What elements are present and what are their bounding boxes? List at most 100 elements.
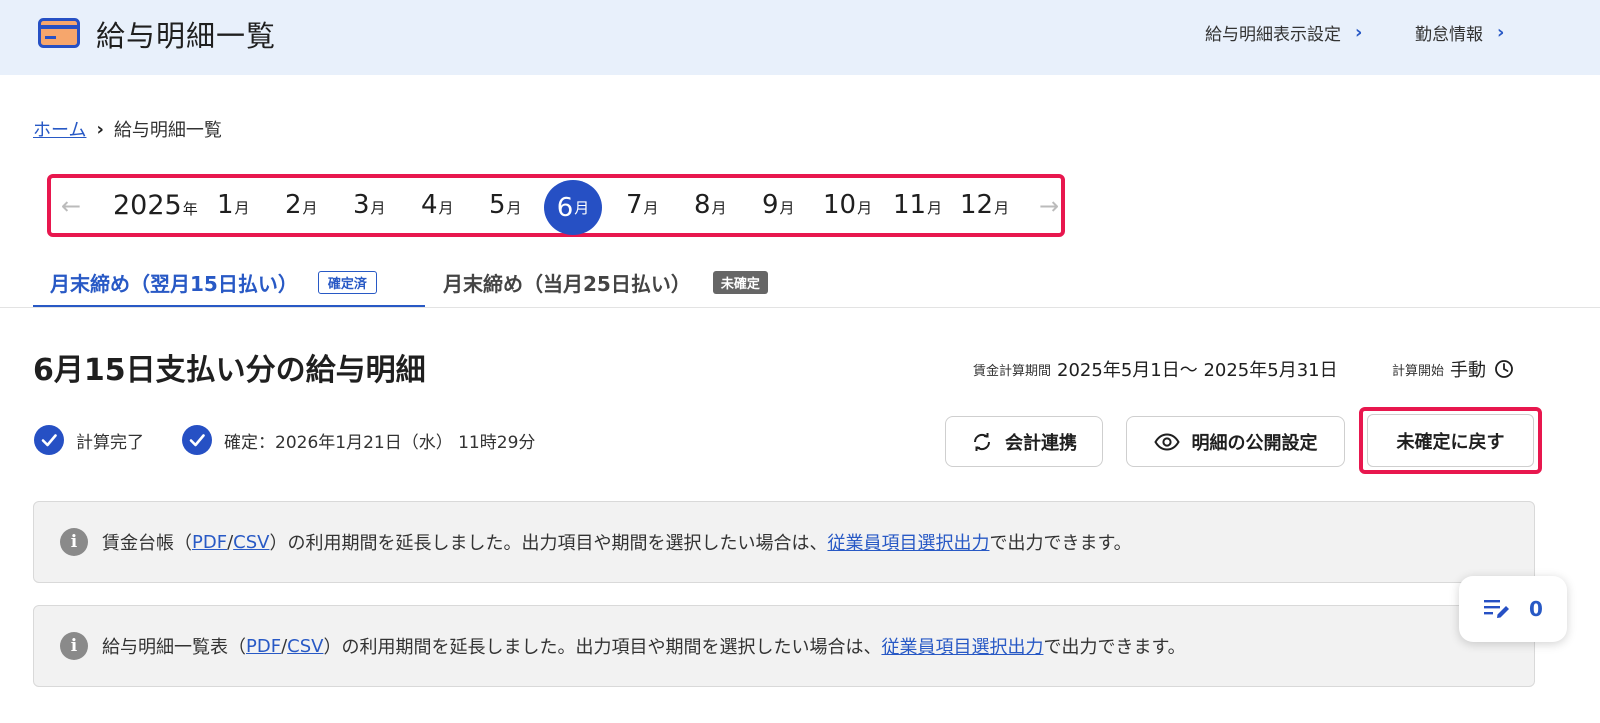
status-confirmed: 確定：2026年1月21日（水） 11時29分 [182,425,535,455]
calc-done-label: 計算完了 [76,432,144,453]
month-unit: 月 [234,199,250,217]
payslip-title: 6月15日支払い分の給与明細 [33,353,426,388]
status-badge-confirmed: 確定済 [317,271,377,294]
month-unit: 月 [574,199,590,217]
status-calc-done: 計算完了 [34,425,144,455]
page-header: 給与明細一覧 給与明細表示設定 › 勤怠情報 › [0,0,1600,75]
notice-text: で出力できます。 [989,533,1132,554]
month-12[interactable]: 12月 [960,190,1009,220]
payslip-card-icon [38,18,80,48]
wage-period: 賃金計算期間 2025年5月1日〜 2025年5月31日 [973,356,1338,382]
month-5[interactable]: 5月 [489,190,522,220]
year-unit: 年 [182,200,198,218]
confirmed-label: 確定：2026年1月21日（水） 11時29分 [224,432,536,453]
month-unit: 月 [857,199,873,217]
month-unit: 月 [506,199,522,217]
memo-floating-button[interactable]: 0 [1459,576,1567,642]
month-number: 6 [556,192,574,223]
notice-text: ）の利用期間を延長しました。出力項目や期間を選択したい場合は、 [269,533,828,554]
info-icon: i [60,632,88,660]
publish-settings-button[interactable]: 明細の公開設定 [1126,416,1345,467]
chevron-right-icon: › [96,118,104,140]
tab-label: 月末締め（翌月15日払い） [50,272,298,296]
arrow-left-icon[interactable]: ← [61,192,81,220]
month-unit: 月 [994,199,1010,217]
month-11[interactable]: 11月 [893,190,942,220]
month-number: 11 [893,190,927,220]
month-unit: 月 [779,199,795,217]
month-7[interactable]: 7月 [626,190,659,220]
attendance-info-label: 勤怠情報 [1415,25,1483,45]
month-number: 2 [285,190,302,220]
year-label: 2025年 [113,190,198,221]
clock-icon[interactable] [1494,359,1514,379]
info-icon: i [60,528,88,556]
employee-item-export-link[interactable]: 従業員項目選択出力 [881,633,1043,659]
breadcrumb-current: 給与明細一覧 [113,120,222,141]
notice-text: 賃金台帳（ [102,533,192,554]
revert-button-label: 未確定に戻す [1396,431,1505,453]
month-3[interactable]: 3月 [353,190,386,220]
month-number: 10 [823,190,857,220]
chevron-right-icon: › [1497,22,1505,43]
month-4[interactable]: 4月 [421,190,454,220]
arrow-right-icon[interactable]: → [1039,192,1059,220]
pdf-link[interactable]: PDF [246,636,281,657]
accounting-integration-button[interactable]: 会計連携 [945,416,1103,467]
check-circle-icon [182,425,212,455]
month-1[interactable]: 1月 [217,190,250,220]
calc-start-label: 計算開始 [1392,363,1445,379]
month-2[interactable]: 2月 [285,190,318,220]
notice-text: 給与明細一覧表（ [102,637,246,658]
accounting-button-label: 会計連携 [1005,432,1077,454]
csv-link[interactable]: CSV [233,532,269,553]
check-circle-icon [34,425,64,455]
month-number: 8 [694,190,711,220]
month-number: 3 [353,190,370,220]
eye-icon [1153,432,1180,451]
notice-payslip-list: i 給与明細一覧表（ PDF / CSV ）の利用期間を延長しました。出力項目や… [33,605,1535,687]
csv-link[interactable]: CSV [287,636,323,657]
publish-button-label: 明細の公開設定 [1191,432,1318,454]
month-number: 7 [626,190,643,220]
month-navigator: ← 2025年 1月 2月 3月 4月 5月 6月 7月 8月 9月 10月 1… [47,174,1065,237]
status-badge-unconfirmed: 未確定 [712,271,768,294]
page-title: 給与明細一覧 [96,19,277,53]
edit-list-icon [1484,600,1510,618]
calc-start-value: 手動 [1450,360,1487,381]
payslip-display-settings-label: 給与明細表示設定 [1205,25,1341,45]
wage-period-value: 2025年5月1日〜 2025年5月31日 [1057,360,1338,381]
month-9[interactable]: 9月 [762,190,795,220]
wage-period-label: 賃金計算期間 [973,363,1052,379]
notice-text: で出力できます。 [1043,637,1186,658]
month-number: 12 [960,190,994,220]
month-unit: 月 [643,199,659,217]
pdf-link[interactable]: PDF [192,532,227,553]
notice-wage-ledger: i 賃金台帳（ PDF / CSV ）の利用期間を延長しました。出力項目や期間を… [33,501,1535,583]
memo-count: 0 [1529,597,1543,621]
payslip-display-settings-link[interactable]: 給与明細表示設定 › [1205,20,1362,45]
month-unit: 月 [302,199,318,217]
month-unit: 月 [711,199,727,217]
month-8[interactable]: 8月 [694,190,727,220]
employee-item-export-link[interactable]: 従業員項目選択出力 [827,529,989,555]
month-unit: 月 [438,199,454,217]
revert-to-unconfirmed-button[interactable]: 未確定に戻す [1367,414,1534,467]
month-number: 1 [217,190,234,220]
tab-label: 月末締め（当月25日払い） [443,272,691,296]
tab-month-end-next15[interactable]: 月末締め（翌月15日払い） 確定済 [50,268,377,297]
chevron-right-icon: › [1355,22,1363,43]
breadcrumb-home-link[interactable]: ホーム [33,116,86,142]
month-6-selected[interactable]: 6月 [544,180,602,235]
month-number: 5 [489,190,506,220]
tabs-divider [0,307,1600,308]
sync-icon [973,432,991,451]
notice-text: ）の利用期間を延長しました。出力項目や期間を選択したい場合は、 [323,637,882,658]
month-unit: 月 [927,199,943,217]
month-10[interactable]: 10月 [823,190,872,220]
month-number: 4 [421,190,438,220]
calc-start: 計算開始 手動 [1392,356,1514,382]
tab-month-end-current25[interactable]: 月末締め（当月25日払い） 未確定 [443,268,768,297]
breadcrumb: ホーム › 給与明細一覧 [33,116,222,142]
attendance-info-link[interactable]: 勤怠情報 › [1415,20,1504,45]
